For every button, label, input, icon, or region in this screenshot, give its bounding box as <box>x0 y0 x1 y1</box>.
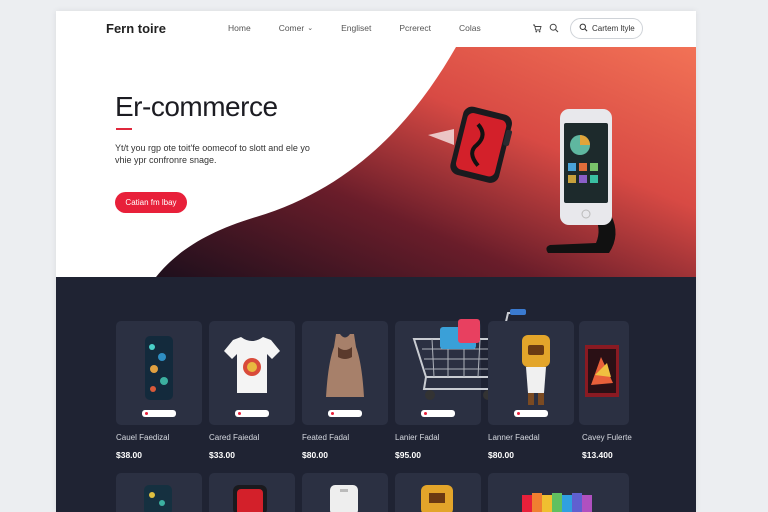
figurine-image <box>522 335 550 405</box>
product-card[interactable] <box>209 473 295 512</box>
product-card[interactable] <box>579 321 629 425</box>
cart-icon[interactable] <box>532 23 542 35</box>
nav-label: Pcrerect <box>399 23 431 33</box>
product-card[interactable] <box>116 473 202 512</box>
header-icons <box>532 23 559 35</box>
product-card[interactable] <box>302 321 388 425</box>
main-nav: Home Comer ⌄ Engliset Pcrerect Colas <box>228 23 509 33</box>
product-price: $80.00 <box>488 450 514 460</box>
product-price: $80.00 <box>302 450 328 460</box>
search-icon[interactable] <box>549 23 559 35</box>
nav-label: Engliset <box>341 23 372 33</box>
search-icon <box>579 23 588 34</box>
product-name[interactable]: Cauel Faedizal <box>116 433 169 442</box>
products-section: Cauel Faedizal $38.00 Cared Faiedal $33.… <box>56 277 696 512</box>
game-box-image <box>585 345 619 397</box>
tank-dress-image <box>326 334 364 397</box>
color-blocks-image <box>522 493 592 512</box>
smartphone-image <box>330 485 358 512</box>
product-name[interactable]: Lanner Faedal <box>488 433 540 442</box>
brand-logo[interactable]: Fern toire <box>106 21 166 36</box>
nav-item-engliset[interactable]: Engliset <box>341 23 371 33</box>
product-name[interactable]: Feated Fadal <box>302 433 349 442</box>
product-card[interactable] <box>209 321 295 425</box>
product-card[interactable] <box>488 473 629 512</box>
t-shirt-image <box>224 337 280 393</box>
phone-case-image <box>144 485 172 512</box>
nav-item-comer[interactable]: Comer ⌄ <box>279 23 313 33</box>
title-underline <box>116 128 132 130</box>
product-card[interactable] <box>395 473 481 512</box>
card-tag <box>328 410 362 417</box>
hero-banner: Er-commerce Yt/t you rgp ote toit'fe oom… <box>56 47 696 277</box>
card-tag <box>235 410 269 417</box>
page-frame: Fern toire Home Comer ⌄ Engliset Pcrerect… <box>56 11 696 512</box>
chevron-down-icon: ⌄ <box>307 25 314 32</box>
product-price: $95.00 <box>395 450 421 460</box>
nav-label: Colas <box>458 23 481 33</box>
nav-item-colas[interactable]: Colas <box>459 23 481 33</box>
product-name[interactable]: Lanier Fadal <box>395 433 439 442</box>
speaker-image <box>233 485 267 512</box>
header-button-label: Cartem ltyle <box>592 24 635 33</box>
nav-label: Comer <box>278 23 305 33</box>
product-price: $38.00 <box>116 450 142 460</box>
product-name[interactable]: Cared Faiedal <box>209 433 259 442</box>
nav-item-home[interactable]: Home <box>228 23 251 33</box>
hero-description: Yt/t you rgp ote toit'fe oomecof to slot… <box>115 143 310 165</box>
smartphone-image <box>546 109 616 253</box>
product-price: $33.00 <box>209 450 235 460</box>
product-price: $13.400 <box>582 450 613 460</box>
product-card[interactable] <box>116 321 202 425</box>
phone-case-image <box>145 336 173 400</box>
site-header: Fern toire Home Comer ⌄ Engliset Pcrerect… <box>56 11 696 47</box>
speaker-image <box>428 106 513 183</box>
card-tag <box>421 410 455 417</box>
card-tag <box>514 410 548 417</box>
figurine-image <box>421 485 453 512</box>
hero-title: Er-commerce <box>115 91 278 122</box>
hero-cta-button[interactable]: Catian fm lbay <box>115 192 187 213</box>
product-name[interactable]: Cavey Fulerte <box>582 433 632 442</box>
header-search-button[interactable]: Cartem ltyle <box>570 18 643 39</box>
nav-item-pcrerect[interactable]: Pcrerect <box>399 23 431 33</box>
nav-label: Home <box>228 23 251 33</box>
card-tag <box>142 410 176 417</box>
product-card[interactable] <box>302 473 388 512</box>
